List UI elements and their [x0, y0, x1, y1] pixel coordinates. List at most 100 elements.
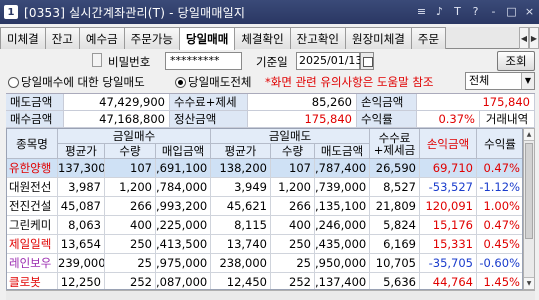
cell-sell-qty: 1,200 — [271, 178, 315, 197]
calendar-icon[interactable] — [360, 52, 374, 70]
header-sell-amount: 매도금액 — [315, 144, 370, 159]
cell-buy-avg: 8,063 — [58, 216, 105, 235]
history-button[interactable]: 거래내역 — [480, 111, 535, 128]
tab-orderable[interactable]: 주문가능 — [123, 27, 180, 49]
cell-sell-avg: 12,450 — [211, 273, 271, 289]
radio-label: 당일매도전체 — [188, 75, 252, 89]
cell-sell-amt: ,246,000 — [315, 216, 370, 235]
cell-buy-amt: ,975,000 — [156, 254, 211, 273]
scroll-down-icon[interactable]: ▼ — [524, 277, 534, 289]
query-button[interactable]: 조회 — [497, 51, 535, 71]
horizontal-scrollbar[interactable] — [6, 290, 535, 300]
close-icon[interactable]: × — [522, 4, 537, 19]
cell-buy-avg: 137,300 — [58, 159, 105, 178]
tab-scroll-right-icon[interactable]: ▶ — [529, 27, 539, 49]
header-sell-group: 금일매도 — [211, 129, 370, 144]
cell-ret: 1.45% — [477, 273, 522, 289]
pnl-value: 175,840 — [417, 94, 535, 111]
cell-sell-qty: 400 — [271, 216, 315, 235]
radio-dot-selected — [175, 76, 186, 88]
cell-name: 레인보우 — [7, 254, 58, 273]
cell-sell-amt: ,137,400 — [315, 273, 370, 289]
tab-unfilled[interactable]: 미체결 — [0, 27, 46, 49]
cell-buy-qty: 25 — [105, 254, 156, 273]
cell-pnl: 15,176 — [420, 216, 477, 235]
tab-ledger-unfilled[interactable]: 원장미체결 — [344, 27, 412, 49]
cell-fee: 21,809 — [370, 197, 420, 216]
cell-pnl: 120,091 — [420, 197, 477, 216]
cell-sell-amt: ,739,000 — [315, 178, 370, 197]
radio-all-sell[interactable]: 당일매도전체 — [175, 74, 251, 90]
header-fee-tax: 수수료 +제세금 — [370, 129, 420, 159]
cell-pnl: 44,764 — [420, 273, 477, 289]
menu-icon[interactable]: ≡ — [414, 4, 429, 19]
sound-icon[interactable]: ♪ — [432, 4, 447, 19]
tab-daily-trading[interactable]: 당일매매 — [179, 27, 236, 50]
cell-sell-avg: 13,740 — [211, 235, 271, 254]
tab-deposit[interactable]: 예수금 — [78, 27, 125, 49]
cell-buy-qty: 107 — [105, 159, 156, 178]
maximize-icon[interactable]: □ — [504, 4, 519, 19]
table-row[interactable]: 클로봇 12,250 252,087,000 12,450 252,137,400 5,6… — [7, 273, 522, 289]
table-row[interactable]: 유한양행 137,300 107,691,100 138,200 107,787,400… — [7, 159, 522, 178]
cell-name: 그린케미 — [7, 216, 58, 235]
cell-fee: 8,527 — [370, 178, 420, 197]
account-selector-icon[interactable] — [92, 53, 102, 67]
tab-balance-check[interactable]: 잔고확인 — [289, 27, 346, 49]
header-buy-avg: 평균가 — [58, 144, 105, 159]
cell-name: 전진건설 — [7, 197, 58, 216]
password-input[interactable]: ********* — [165, 52, 242, 70]
vertical-scrollbar[interactable]: ▲ ▼ — [523, 128, 535, 290]
filter-select[interactable]: 전체 ▼ — [465, 72, 535, 90]
scroll-thumb[interactable] — [525, 143, 533, 239]
cell-fee: 6,169 — [370, 235, 420, 254]
cell-pnl: -53,527 — [420, 178, 477, 197]
cell-buy-avg: 13,654 — [58, 235, 105, 254]
sell-amount-label: 매도금액 — [6, 94, 64, 111]
cell-sell-avg: 138,200 — [211, 159, 271, 178]
tab-order[interactable]: 주문 — [410, 27, 447, 49]
radio-same-day-buy-sell[interactable]: 당일매수에 대한 당일매도 — [8, 74, 145, 90]
date-input[interactable]: 2025/01/13 — [296, 52, 362, 70]
table-row[interactable]: 레인보우 239,000 25,975,000 238,000 25,950,000 10… — [7, 254, 522, 273]
cell-buy-avg: 12,250 — [58, 273, 105, 289]
header-return: 수익률 — [477, 129, 522, 159]
scroll-up-icon[interactable]: ▲ — [524, 129, 534, 141]
cell-name: 제일일렉 — [7, 235, 58, 254]
cell-sell-amt: ,435,000 — [315, 235, 370, 254]
radio-label: 당일매수에 대한 당일매도 — [21, 75, 145, 89]
fee-tax-value: 85,260 — [248, 94, 357, 111]
cell-buy-amt: ,784,000 — [156, 178, 211, 197]
cell-name: 유한양행 — [7, 159, 58, 178]
table-row[interactable]: 제일일렉 13,654 250,413,500 13,740 250,435,000 6,… — [7, 235, 522, 254]
summary-panel: 매도금액 47,429,900 수수료+제세금 85,260 손익금액 175,… — [6, 93, 535, 128]
cell-ret: 0.47% — [477, 159, 522, 178]
app-icon: 1 — [4, 5, 18, 19]
header-name: 종목명 — [7, 129, 58, 159]
cell-fee: 5,636 — [370, 273, 420, 289]
header-buy-amount: 매입금액 — [156, 144, 211, 159]
tab-scroll-left-icon[interactable]: ◀ — [519, 27, 529, 49]
cell-ret: 0.47% — [477, 216, 522, 235]
cell-sell-qty: 252 — [271, 273, 315, 289]
cell-name: 클로봇 — [7, 273, 58, 289]
cell-buy-qty: 252 — [105, 273, 156, 289]
password-label: 비밀번호 — [108, 55, 151, 69]
cell-fee: 26,590 — [370, 159, 420, 178]
cell-sell-qty: 107 — [271, 159, 315, 178]
table-row[interactable]: 전진건설 45,087 266,993,200 45,621 266,135,100 21… — [7, 197, 522, 216]
table-row[interactable]: 그린케미 8,063 400,225,000 8,115 400,246,000 5,82… — [7, 216, 522, 235]
help-icon[interactable]: ? — [468, 4, 483, 19]
select-value: 전체 — [469, 74, 490, 87]
cell-buy-amt: ,691,100 — [156, 159, 211, 178]
font-size-icon[interactable]: T — [450, 4, 465, 19]
cell-buy-amt: ,413,500 — [156, 235, 211, 254]
cell-buy-qty: 1,200 — [105, 178, 156, 197]
cell-ret: 0.45% — [477, 235, 522, 254]
tab-execution-check[interactable]: 체결확인 — [234, 27, 291, 49]
cell-sell-avg: 238,000 — [211, 254, 271, 273]
minimize-icon[interactable]: - — [486, 4, 501, 19]
tab-balance[interactable]: 잔고 — [44, 27, 80, 49]
buy-amount-value: 47,168,800 — [64, 111, 170, 128]
table-row[interactable]: 대원전선 3,987 1,200,784,000 3,949 1,200,739,000… — [7, 178, 522, 197]
